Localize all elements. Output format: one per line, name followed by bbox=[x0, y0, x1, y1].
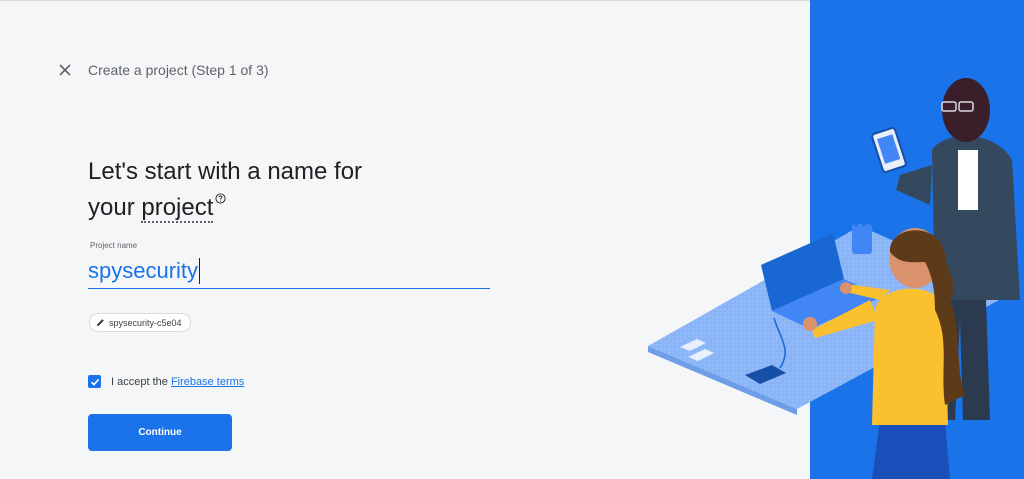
woman-hair bbox=[889, 230, 965, 405]
woman-hand bbox=[803, 317, 817, 331]
heading-line1: Let's start with a name for bbox=[88, 158, 363, 185]
project-name-label: Project name bbox=[90, 241, 138, 250]
step-title: Create a project (Step 1 of 3) bbox=[88, 62, 269, 78]
paper bbox=[688, 349, 714, 361]
accept-text: I accept the bbox=[111, 376, 171, 388]
desk-phone bbox=[745, 365, 786, 384]
project-id-chip[interactable]: spysecurity-c5e04 bbox=[89, 313, 191, 332]
woman-shirt bbox=[872, 288, 948, 425]
top-divider bbox=[0, 0, 1024, 1]
woman-pants bbox=[872, 420, 950, 479]
close-icon bbox=[59, 64, 71, 76]
pencil-icon bbox=[96, 319, 104, 327]
man-legs bbox=[930, 270, 990, 420]
project-name-input[interactable]: spysecurity bbox=[88, 253, 490, 289]
laptop-base bbox=[772, 279, 882, 329]
heading-your: your bbox=[88, 194, 135, 221]
help-circle-icon[interactable] bbox=[215, 193, 226, 204]
blue-panel bbox=[810, 0, 1024, 479]
checkmark-icon bbox=[90, 378, 99, 386]
heading-project-term[interactable]: project bbox=[141, 194, 214, 223]
close-button[interactable] bbox=[56, 61, 74, 79]
continue-button[interactable]: Continue bbox=[88, 414, 232, 451]
text-caret bbox=[199, 257, 201, 284]
project-id-text: spysecurity-c5e04 bbox=[109, 317, 182, 328]
firebase-terms-link[interactable]: Firebase terms bbox=[171, 376, 244, 388]
paper bbox=[680, 339, 706, 351]
accept-terms-checkbox[interactable] bbox=[88, 375, 101, 388]
desk bbox=[648, 226, 1012, 409]
man-hoodie bbox=[932, 136, 1020, 300]
project-name-value: spysecurity bbox=[88, 257, 199, 283]
page-heading: Let's start with a name for your project bbox=[88, 154, 418, 226]
laptop-screen bbox=[761, 233, 844, 311]
cup bbox=[852, 224, 872, 254]
held-phone bbox=[871, 127, 907, 173]
man-head bbox=[942, 78, 990, 142]
accept-terms-label: I accept the Firebase terms bbox=[111, 376, 244, 388]
woman-head bbox=[889, 228, 941, 288]
